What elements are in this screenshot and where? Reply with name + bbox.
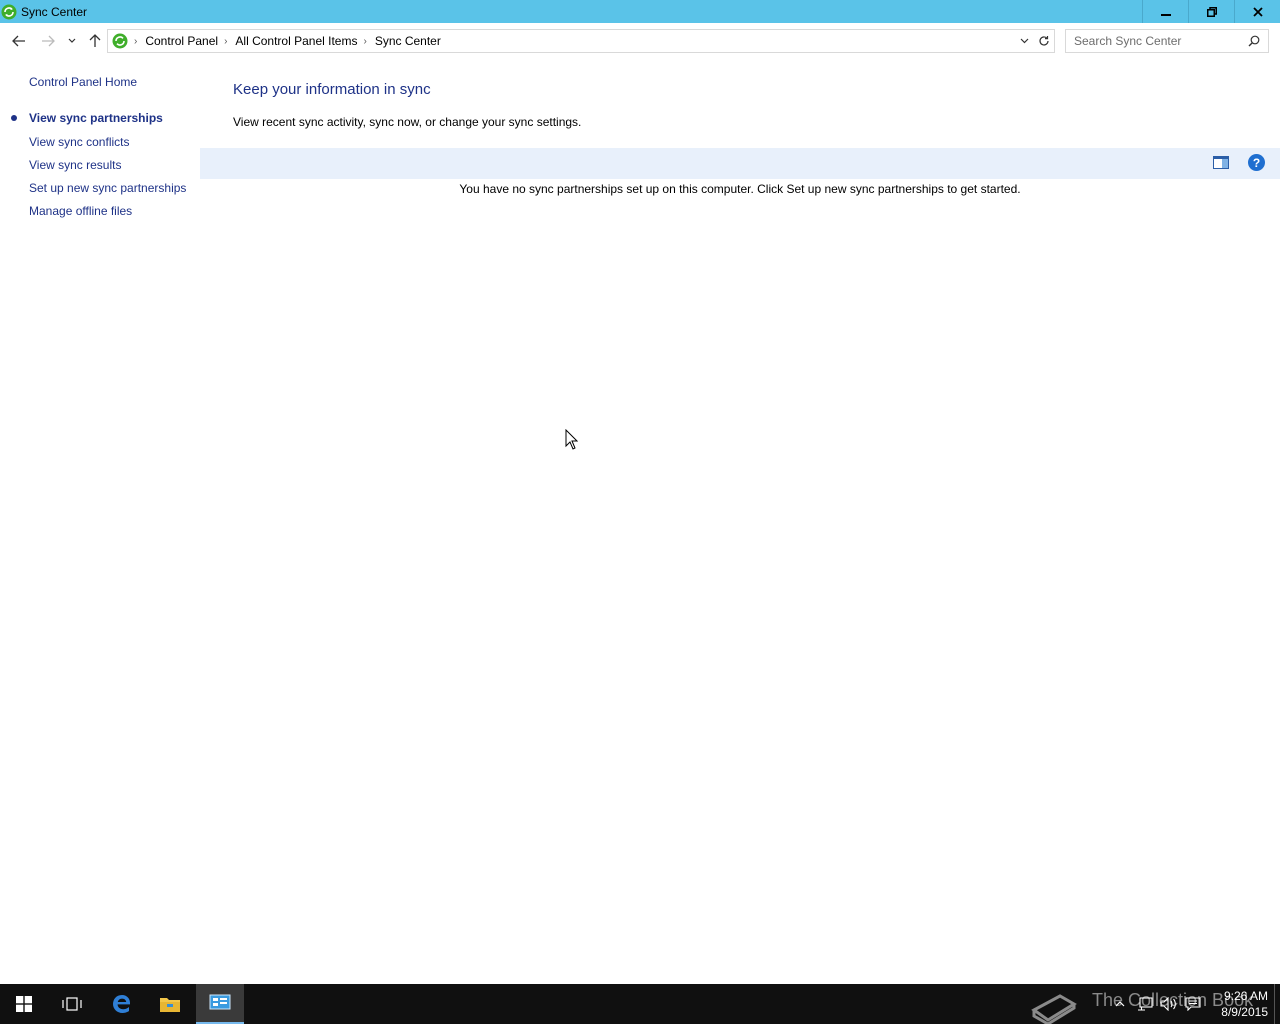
preview-pane-icon bbox=[1213, 156, 1229, 169]
clock-time: 9:26 AM bbox=[1223, 989, 1268, 1003]
network-tray-button[interactable] bbox=[1134, 984, 1156, 1024]
help-button[interactable]: ? bbox=[1248, 154, 1265, 171]
back-arrow-icon bbox=[12, 35, 25, 47]
close-button[interactable] bbox=[1234, 0, 1280, 23]
clock-date: 8/9/2015 bbox=[1221, 1005, 1268, 1019]
search-icon[interactable] bbox=[1248, 35, 1260, 47]
navigation-bar: › Control Panel › All Control Panel Item… bbox=[0, 23, 1280, 58]
title-bar: Sync Center bbox=[0, 0, 1280, 23]
empty-state-message: You have no sync partnerships set up on … bbox=[459, 182, 1021, 196]
forward-arrow-icon bbox=[42, 35, 55, 47]
restore-button[interactable] bbox=[1188, 0, 1234, 23]
chevron-down-icon bbox=[68, 38, 76, 43]
book-logo-icon bbox=[1031, 994, 1077, 1024]
chevron-up-icon bbox=[1115, 1001, 1125, 1007]
breadcrumb-separator-icon[interactable]: › bbox=[134, 36, 137, 47]
folder-icon bbox=[160, 998, 180, 1012]
page-title: Keep your information in sync bbox=[233, 81, 431, 98]
recent-locations-button[interactable] bbox=[62, 31, 82, 51]
chevron-down-icon bbox=[1020, 38, 1028, 44]
taskbar-control-panel-button[interactable] bbox=[196, 984, 244, 1024]
breadcrumb-separator-icon[interactable]: › bbox=[224, 36, 227, 47]
taskbar-file-explorer-button[interactable] bbox=[146, 984, 194, 1024]
control-panel-icon bbox=[209, 994, 231, 1010]
back-button[interactable] bbox=[9, 31, 29, 51]
breadcrumb-all-control-panel-items[interactable]: All Control Panel Items bbox=[235, 34, 357, 48]
address-history-button[interactable] bbox=[1014, 30, 1034, 52]
help-icon: ? bbox=[1252, 155, 1261, 170]
edge-browser-icon bbox=[113, 995, 130, 1013]
control-panel-home-link[interactable]: Control Panel Home bbox=[29, 75, 137, 89]
clock[interactable]: 9:26 AM 8/9/2015 bbox=[1210, 988, 1268, 1020]
forward-button[interactable] bbox=[38, 31, 58, 51]
minimize-button[interactable] bbox=[1142, 0, 1188, 23]
sidebar-item-set-up-new-sync-partnerships[interactable]: Set up new sync partnerships bbox=[29, 181, 186, 195]
mouse-cursor-icon bbox=[565, 429, 578, 450]
refresh-button[interactable] bbox=[1034, 30, 1054, 52]
up-arrow-icon bbox=[89, 34, 101, 47]
task-view-button[interactable] bbox=[48, 984, 96, 1024]
minimize-icon bbox=[1160, 13, 1171, 16]
window-controls bbox=[1142, 0, 1280, 23]
show-hidden-icons-button[interactable] bbox=[1110, 984, 1130, 1024]
network-icon bbox=[1138, 997, 1153, 1011]
breadcrumb-separator-icon[interactable]: › bbox=[363, 36, 366, 47]
windows-logo-icon bbox=[16, 996, 32, 1012]
sync-center-icon bbox=[1, 4, 17, 19]
show-desktop-button[interactable] bbox=[1274, 984, 1280, 1024]
up-button[interactable] bbox=[85, 31, 105, 51]
search-input[interactable] bbox=[1074, 34, 1244, 48]
sidebar-item-manage-offline-files[interactable]: Manage offline files bbox=[29, 204, 132, 218]
action-center-button[interactable] bbox=[1182, 984, 1204, 1024]
active-item-bullet-icon bbox=[11, 115, 17, 121]
address-bar[interactable]: › Control Panel › All Control Panel Item… bbox=[107, 29, 1055, 53]
task-view-icon bbox=[62, 997, 82, 1011]
start-button[interactable] bbox=[0, 984, 48, 1024]
page-subtitle: View recent sync activity, sync now, or … bbox=[233, 115, 582, 129]
breadcrumb-control-panel[interactable]: Control Panel bbox=[145, 34, 218, 48]
preview-pane-button[interactable] bbox=[1213, 156, 1229, 172]
window-title: Sync Center bbox=[21, 4, 88, 19]
refresh-icon bbox=[1039, 36, 1049, 46]
command-toolbar: ? bbox=[200, 148, 1280, 179]
taskbar: The Collection Book 9:26 AM 8/9/2015 bbox=[0, 984, 1280, 1024]
taskbar-edge-button[interactable] bbox=[98, 984, 146, 1024]
breadcrumb-sync-center[interactable]: Sync Center bbox=[375, 34, 441, 48]
sidebar-item-view-sync-partnerships[interactable]: View sync partnerships bbox=[29, 111, 163, 125]
notification-icon bbox=[1185, 997, 1201, 1011]
volume-tray-button[interactable] bbox=[1158, 984, 1180, 1024]
sync-center-icon bbox=[112, 33, 128, 49]
speaker-icon bbox=[1160, 997, 1176, 1011]
search-box[interactable] bbox=[1065, 29, 1269, 53]
close-icon bbox=[1252, 6, 1263, 17]
restore-icon bbox=[1206, 6, 1217, 17]
sidebar-item-view-sync-results[interactable]: View sync results bbox=[29, 158, 121, 172]
sidebar-item-view-sync-conflicts[interactable]: View sync conflicts bbox=[29, 135, 129, 149]
